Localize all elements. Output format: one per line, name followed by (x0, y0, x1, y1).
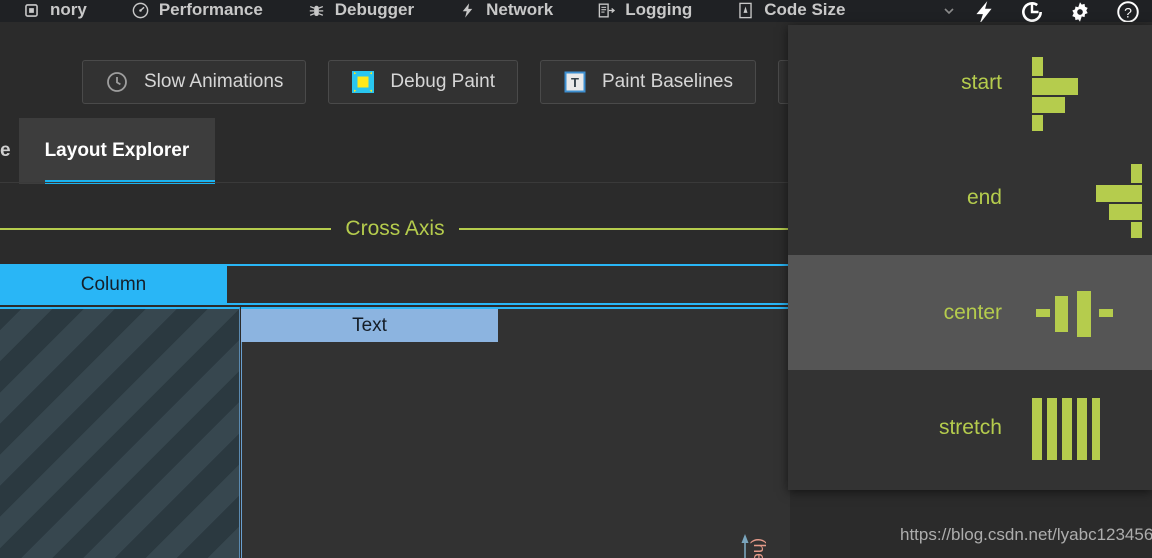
flex-child-left-region[interactable] (0, 307, 240, 558)
dropdown-option-label: stretch (938, 415, 1002, 439)
tab-strip-divider (0, 182, 790, 183)
speedometer-icon (131, 1, 150, 20)
nav-tab-network[interactable]: Network (436, 0, 575, 22)
toolbar-button-label: Slow Animations (144, 71, 284, 92)
clock-icon (105, 70, 129, 94)
tab-details-tree[interactable]: e (0, 118, 19, 184)
toolbar-button-label: Debug Paint (390, 71, 495, 92)
nav-actions[interactable]: ? (938, 0, 1152, 22)
text-widget-chip[interactable]: Text (241, 309, 498, 342)
cross-axis-label: Cross Axis (345, 217, 445, 240)
slow-animations-button[interactable]: Slow Animations (82, 60, 307, 104)
align-center-icon (1032, 265, 1142, 361)
network-icon (458, 1, 477, 20)
nav-tab-memory[interactable]: nory (0, 0, 109, 22)
bug-icon (307, 1, 326, 20)
nav-tab-logging[interactable]: Logging (575, 0, 714, 22)
dropdown-option-end[interactable]: end (788, 140, 1152, 255)
cross-axis-line-right (458, 228, 790, 230)
tab-label: e (0, 140, 11, 161)
flex-property-stack: flex: null unconstrained vertical fit: t… (560, 552, 725, 558)
help-icon[interactable]: ? (1104, 0, 1152, 22)
nav-tab-label: nory (50, 0, 87, 19)
cross-axis-alignment-dropdown[interactable]: start end center stretch (788, 25, 1152, 490)
nav-tab-label: Network (486, 0, 554, 19)
nav-tab-label: Logging (625, 0, 693, 19)
memory-icon (22, 1, 41, 20)
paint-baselines-button[interactable]: T Paint Baselines (539, 60, 756, 104)
column-widget-band[interactable]: Column (0, 264, 790, 305)
dropdown-option-start[interactable]: start (788, 25, 1152, 140)
widget-canvas: Text (0, 307, 790, 558)
debug-paint-icon (351, 70, 375, 94)
height-measurement-group: (height is unconstrained h=22.0 (735, 534, 787, 558)
tab-label: Layout Explorer (44, 140, 190, 161)
align-start-icon (1032, 35, 1142, 131)
flex-child-right-region[interactable] (241, 307, 790, 558)
dropdown-option-center[interactable]: center (788, 255, 1152, 370)
cross-axis-line-left (0, 228, 332, 230)
dropdown-option-stretch[interactable]: stretch (788, 370, 1152, 485)
dropdown-caret-icon[interactable] (938, 0, 960, 22)
svg-text:?: ? (1124, 4, 1132, 20)
watermark-text: https://blog.csdn.net/lyabc123456 (900, 525, 1152, 544)
flex-property-flex[interactable]: flex: null (560, 552, 725, 558)
tab-layout-explorer[interactable]: Layout Explorer (18, 118, 216, 184)
code-size-icon (736, 1, 755, 20)
toolbar-button-row: Slow Animations Debug Paint T Paint Base… (82, 60, 888, 104)
text-widget-left-border (241, 342, 242, 558)
nav-tab-label: Debugger (334, 0, 415, 19)
column-chip[interactable]: Column (0, 266, 227, 303)
toolbar-button-label: Paint Baselines (601, 71, 733, 92)
align-stretch-icon (1032, 380, 1142, 476)
cross-axis-banner: Cross Axis (0, 212, 790, 246)
height-unconstrained-note: (height is unconstrained (749, 538, 769, 558)
flash-icon[interactable] (960, 0, 1008, 22)
nav-tab-label: Performance (158, 0, 263, 19)
debug-paint-button[interactable]: Debug Paint (328, 60, 518, 104)
nav-tab-code-size[interactable]: Code Size (714, 0, 867, 22)
logging-icon (597, 1, 616, 20)
nav-tab-label: Code Size (764, 0, 846, 19)
inspector-tab-strip[interactable]: e Layout Explorer (0, 118, 790, 184)
align-end-icon (1032, 150, 1142, 246)
top-navigation-bar[interactable]: nory Performance Debugger Network Loggin… (0, 0, 1152, 22)
layout-explorer-panel: Cross Axis Column Text w=94.0 flex: null… (0, 184, 790, 558)
dropdown-option-label: end (966, 185, 1002, 209)
gear-icon[interactable] (1056, 0, 1104, 22)
nav-tab-performance[interactable]: Performance (109, 0, 285, 22)
refresh-icon[interactable] (1008, 0, 1056, 22)
dropdown-option-label: center (943, 300, 1002, 324)
nav-tab-debugger[interactable]: Debugger (285, 0, 436, 22)
dropdown-option-label: start (961, 70, 1002, 94)
svg-text:T: T (571, 75, 579, 90)
text-baseline-icon: T (563, 70, 587, 94)
